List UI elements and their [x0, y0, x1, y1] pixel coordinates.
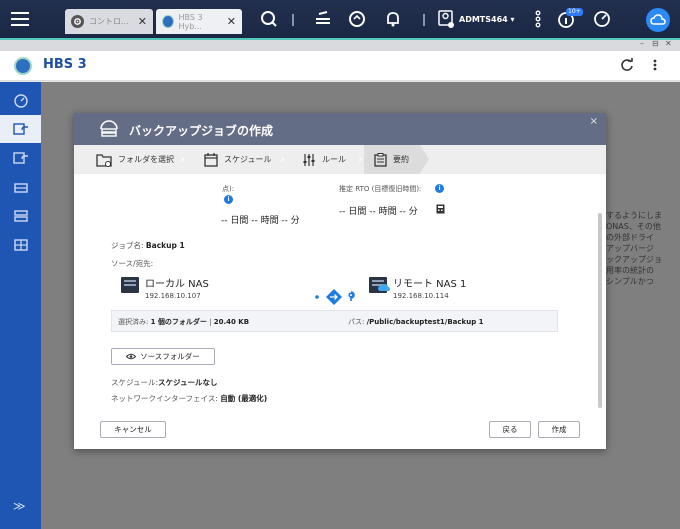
more-menu-button[interactable] — [650, 58, 660, 75]
step-rules[interactable]: ルール — [302, 145, 346, 174]
close-window-button[interactable]: ✕ — [665, 39, 672, 48]
path-summary: パス: /Public/backuptest1/Backup 1 — [348, 318, 484, 326]
network-interface-summary: ネットワークインターフェイス: 自動 (最適化) — [111, 394, 268, 403]
refresh-button[interactable] — [620, 58, 634, 75]
back-button[interactable]: 戻る — [489, 421, 531, 438]
username: ADMTS464 ▾ — [459, 14, 515, 24]
separator — [423, 14, 425, 26]
more-vertical-icon — [653, 59, 657, 71]
gauge-icon — [13, 94, 28, 108]
tab-hbs3[interactable]: HBS 3 Hyb... ✕ — [156, 9, 242, 34]
sidebar-item-restore[interactable] — [0, 144, 41, 172]
destination-nas-name: リモート NAS 1 — [393, 279, 467, 290]
dialog-close-button[interactable]: × — [590, 116, 598, 127]
dialog-scrollbar[interactable] — [598, 213, 602, 408]
rpo-value: -- 日間 -- 時間 -- 分 — [221, 216, 300, 226]
hamburger-icon — [11, 12, 29, 26]
maximize-button[interactable]: ⊟ — [652, 39, 659, 48]
tab-label: HBS 3 Hyb... — [178, 12, 203, 31]
notification-badge: 10+ — [566, 8, 583, 16]
tab-close-icon[interactable]: ✕ — [227, 15, 236, 28]
destination-nas-ip: 192.168.10.114 — [393, 292, 449, 300]
sidebar-item-storage-spaces[interactable] — [0, 202, 41, 230]
cloud-icon — [650, 14, 666, 25]
step-schedule[interactable]: スケジュール — [204, 145, 271, 174]
background-tasks-icon[interactable] — [313, 9, 333, 29]
sidebar-item-services[interactable] — [0, 231, 41, 259]
services-icon — [13, 239, 28, 251]
user-menu[interactable]: ADMTS464 ▾ — [438, 10, 515, 28]
step-chevron-icon: › — [280, 152, 285, 166]
separator — [292, 14, 294, 26]
sliders-icon — [303, 153, 315, 166]
info-icon[interactable]: i — [435, 184, 444, 193]
bell-icon[interactable] — [383, 9, 403, 29]
user-icon — [438, 10, 454, 28]
wizard-steps: フォルダを選択 › スケジュール › ルール › 要約 — [74, 145, 606, 174]
dialog-title: バックアップジョブの作成 — [129, 124, 274, 138]
rto-label: 推定 RTO (目標復旧時間): — [339, 185, 422, 193]
clipboard-icon — [374, 152, 387, 167]
folder-icon — [96, 153, 112, 167]
gear-icon — [71, 15, 84, 28]
background-description: するようにしま ONAS、その他 の外部ドライ アップバージ ックアップジョ 用… — [606, 211, 662, 286]
backup-icon — [12, 123, 28, 135]
sidebar-expand-icon[interactable]: ≫ — [13, 499, 26, 513]
backup-job-icon — [98, 120, 120, 141]
storage-icon — [13, 210, 28, 222]
eye-icon — [126, 353, 137, 360]
source-nas-name: ローカル NAS — [145, 279, 209, 290]
restore-icon — [12, 152, 28, 164]
step-chevron-icon: › — [358, 152, 363, 166]
search-icon[interactable] — [259, 9, 279, 29]
dialog-header: バックアップジョブの作成 × — [74, 113, 606, 145]
source-nas: ローカル NAS 192.168.10.107 — [121, 275, 209, 300]
sync-folder-icon — [13, 183, 28, 193]
sync-icon[interactable] — [347, 9, 367, 29]
transfer-direction-icon — [315, 289, 355, 308]
schedule-summary: スケジュール:スケジュールなし — [111, 378, 218, 387]
hbs-logo-icon — [14, 57, 32, 75]
tab-label: コントロ... — [89, 17, 129, 26]
sidebar-item-overview[interactable] — [0, 87, 41, 115]
create-button[interactable]: 作成 — [538, 421, 580, 438]
selected-summary: 選択済み: 1 個のフォルダー | 20.40 KB — [118, 318, 250, 326]
sidebar-item-sync[interactable] — [0, 173, 41, 201]
create-backup-job-dialog: バックアップジョブの作成 × フォルダを選択 › スケジュール › ルール › … — [74, 113, 606, 449]
app-title: HBS 3 — [43, 57, 87, 72]
myqnapcloud-button[interactable] — [646, 8, 670, 32]
source-folder-button[interactable]: ソースフォルダー — [111, 348, 215, 365]
step-select-folder[interactable]: フォルダを選択 — [96, 145, 174, 174]
rpo-label: 点): — [222, 185, 235, 193]
cancel-button[interactable]: キャンセル — [100, 421, 166, 438]
selection-summary-bar: 選択済み: 1 個のフォルダー | 20.40 KB パス: /Public/b… — [111, 310, 558, 332]
rto-value: -- 日間 -- 時間 -- 分 — [339, 207, 418, 217]
tab-close-icon[interactable]: ✕ — [138, 15, 147, 28]
step-chevron-icon: › — [180, 152, 185, 166]
more-options-icon[interactable] — [528, 9, 548, 29]
window-controls: – ⊟ ✕ — [0, 39, 680, 51]
app-header: HBS 3 — [0, 51, 680, 81]
remote-nas-icon — [369, 277, 390, 293]
sidebar-item-backup[interactable] — [0, 115, 41, 143]
source-destination-label: ソース/宛先: — [111, 259, 154, 268]
main-menu-button[interactable] — [0, 0, 40, 38]
step-arrow — [420, 145, 429, 173]
resource-monitor-icon[interactable] — [592, 9, 612, 29]
calendar-icon — [204, 152, 218, 167]
info-icon[interactable]: i — [224, 195, 233, 204]
hbs-logo-icon — [162, 15, 174, 28]
step-summary[interactable]: 要約 — [364, 145, 420, 174]
sidebar: ≫ — [0, 82, 41, 529]
minimize-button[interactable]: – — [640, 39, 644, 48]
tab-control-panel[interactable]: コントロ... ✕ — [65, 9, 153, 34]
nas-device-icon — [121, 277, 139, 293]
calculator-icon[interactable] — [436, 204, 445, 217]
source-nas-ip: 192.168.10.107 — [145, 292, 201, 300]
job-name: ジョブ名: Backup 1 — [111, 241, 185, 250]
refresh-icon — [621, 58, 633, 71]
destination-nas: リモート NAS 1 192.168.10.114 — [369, 275, 466, 300]
